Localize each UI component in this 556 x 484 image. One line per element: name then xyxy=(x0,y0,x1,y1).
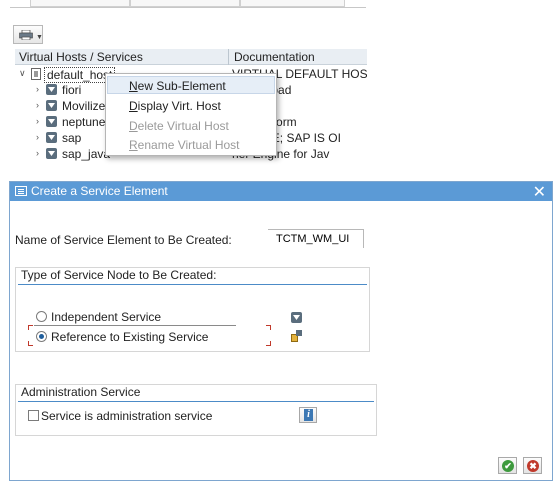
administration-service-checkbox[interactable] xyxy=(28,410,39,421)
dialog-titlebar[interactable]: Create a Service Element ✕ xyxy=(10,182,552,201)
ok-button[interactable]: ✔ xyxy=(498,457,517,474)
tree-row-label: fiori xyxy=(62,83,82,97)
checkmark-icon: ✔ xyxy=(502,460,514,472)
expand-arrow-icon[interactable]: › xyxy=(36,84,39,94)
tree-row-label: Movilizer xyxy=(62,99,110,113)
close-icon[interactable]: ✕ xyxy=(533,182,546,202)
column-header-documentation[interactable]: Documentation xyxy=(234,50,315,64)
menu-item-delete-virtual-host[interactable]: Delete Virtual Host xyxy=(129,119,229,133)
info-button[interactable]: i xyxy=(299,407,317,423)
independent-service-label[interactable]: Independent Service xyxy=(51,310,161,324)
focus-corner xyxy=(28,341,33,346)
expand-arrow-icon[interactable]: › xyxy=(36,148,39,158)
group-divider xyxy=(18,401,374,402)
menu-item-rename-virtual-host[interactable]: Rename Virtual Host xyxy=(129,138,240,152)
service-node-icon xyxy=(291,312,302,323)
focus-corner xyxy=(266,325,271,330)
dialog-title: Create a Service Element xyxy=(31,184,168,198)
focus-corner xyxy=(266,341,271,346)
virtual-host-icon xyxy=(31,68,41,80)
tree-row-label: neptune xyxy=(62,115,106,129)
service-node-icon xyxy=(46,148,57,159)
top-field-1[interactable] xyxy=(30,0,130,7)
service-node-icon xyxy=(46,84,57,95)
cancel-icon: ✖ xyxy=(527,460,539,472)
info-icon: i xyxy=(304,409,313,421)
administration-group-title: Administration Service xyxy=(21,385,141,399)
service-node-icon xyxy=(46,116,57,127)
print-menu-button[interactable]: ▼ xyxy=(13,25,43,44)
menu-item-display-virt-host[interactable]: Display Virt. Host xyxy=(129,99,221,113)
administration-service-group: Administration Service Service is admini… xyxy=(15,384,377,436)
focus-corner xyxy=(28,325,33,330)
create-service-dialog: Create a Service Element ✕ Name of Servi… xyxy=(9,181,553,481)
top-field-3[interactable] xyxy=(240,0,345,7)
option-underline xyxy=(34,325,236,326)
column-header-virtual-hosts[interactable]: Virtual Hosts / Services xyxy=(19,50,143,64)
service-node-icon xyxy=(46,100,57,111)
tree-row-label: sap_java xyxy=(62,147,111,161)
dialog-window-icon xyxy=(15,186,27,196)
caret-down-icon: ▼ xyxy=(36,34,43,41)
reference-service-radio[interactable] xyxy=(36,331,47,342)
printer-icon xyxy=(19,30,33,40)
service-type-group: Type of Service Node to Be Created: Inde… xyxy=(15,267,370,352)
top-field-strip xyxy=(10,0,366,8)
independent-service-radio[interactable] xyxy=(36,311,47,322)
context-menu: New Sub-Element Display Virt. Host Delet… xyxy=(105,73,277,156)
service-node-icon xyxy=(46,132,57,143)
expand-arrow-icon[interactable]: › xyxy=(36,116,39,126)
name-label: Name of Service Element to Be Created: xyxy=(15,233,232,247)
collapse-arrow-icon[interactable]: ∨ xyxy=(19,68,26,79)
expand-arrow-icon[interactable]: › xyxy=(36,100,39,110)
menu-item-new-sub-element[interactable]: New Sub-Element xyxy=(129,79,226,93)
expand-arrow-icon[interactable]: › xyxy=(36,132,39,142)
service-type-group-title: Type of Service Node to Be Created: xyxy=(21,268,217,282)
top-field-2[interactable] xyxy=(130,0,240,7)
tree-row-label: sap xyxy=(62,131,82,145)
column-divider[interactable] xyxy=(228,49,229,65)
administration-service-label[interactable]: Service is administration service xyxy=(41,409,212,423)
tree-header: Virtual Hosts / Services Documentation xyxy=(15,49,367,65)
cancel-button[interactable]: ✖ xyxy=(523,457,542,474)
group-divider xyxy=(18,284,367,285)
reference-service-icon xyxy=(291,330,303,342)
reference-service-label[interactable]: Reference to Existing Service xyxy=(51,330,208,344)
service-name-input[interactable] xyxy=(268,229,364,248)
